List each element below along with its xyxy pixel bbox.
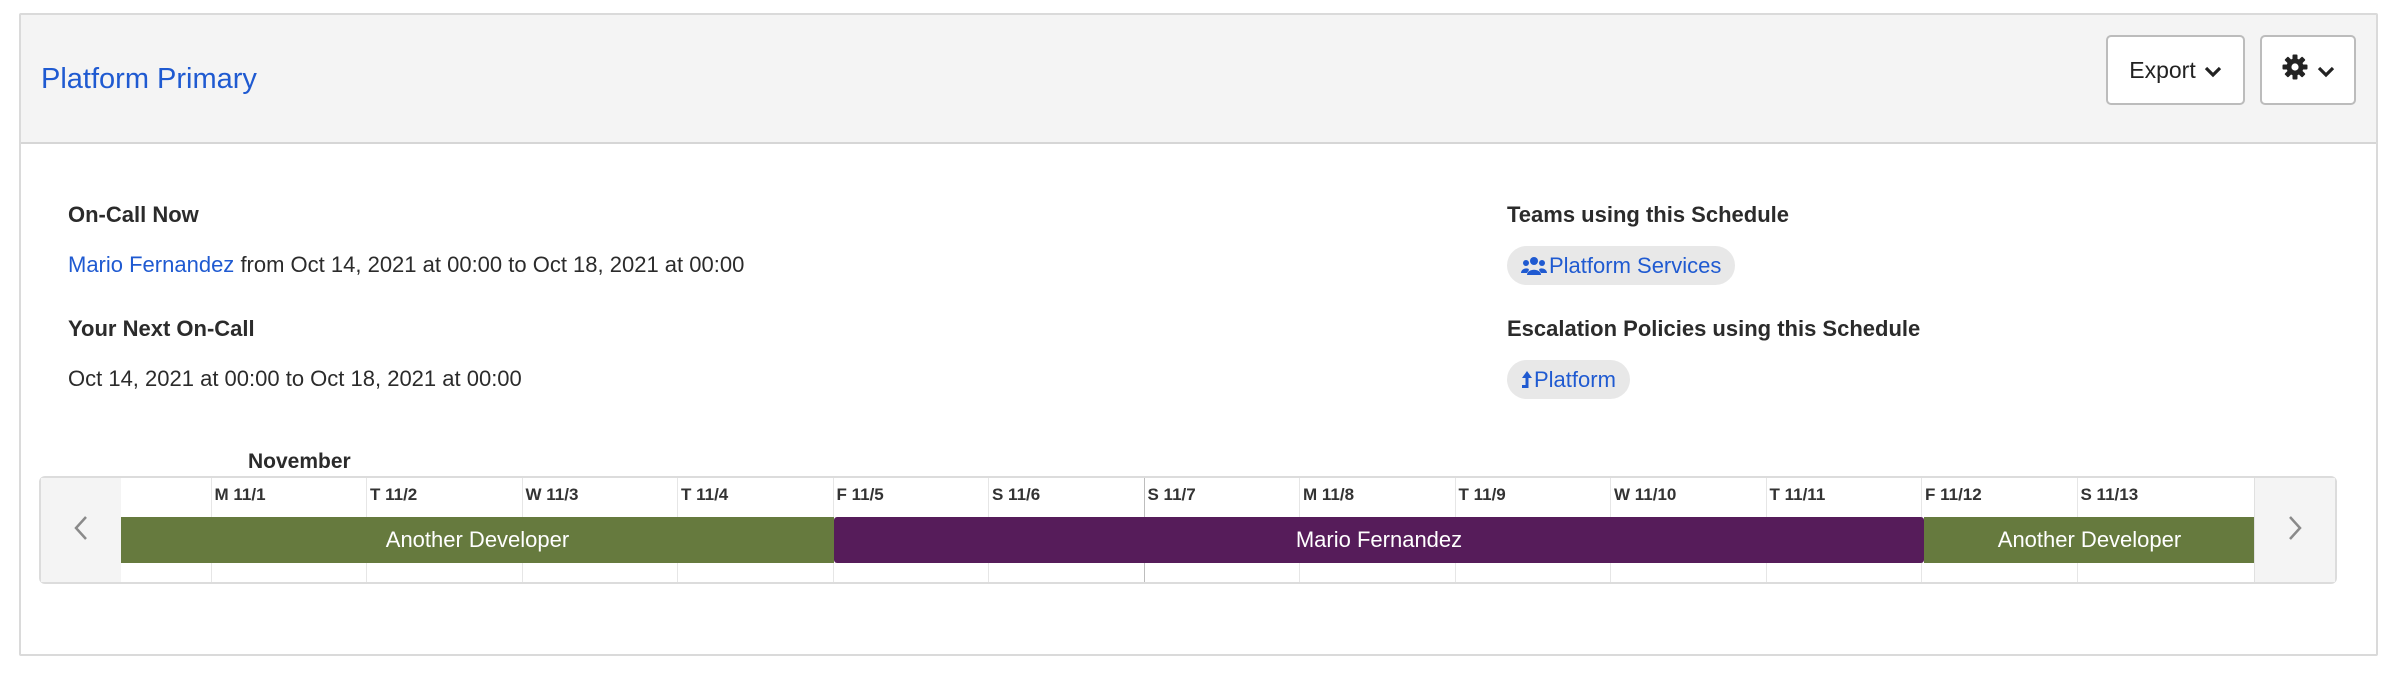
shift-bar[interactable]: Another Developer	[1924, 517, 2255, 563]
month-label: November	[248, 450, 351, 473]
escalation-pill-platform[interactable]: Platform	[1507, 360, 1630, 399]
schedule-title-link[interactable]: Platform Primary	[41, 63, 257, 96]
day-label: S 11/7	[1147, 485, 1196, 504]
on-call-range: from Oct 14, 2021 at 00:00 to Oct 18, 20…	[240, 252, 745, 277]
export-label: Export	[2129, 56, 2196, 83]
timeline-next-button[interactable]	[2254, 478, 2335, 582]
chevron-left-icon	[73, 514, 89, 547]
chevron-down-icon	[2317, 57, 2335, 84]
settings-menu-button[interactable]	[2260, 35, 2356, 105]
timeline-prev-button[interactable]	[41, 478, 122, 582]
users-icon	[1521, 256, 1547, 276]
day-label: F 11/12	[1925, 485, 1982, 504]
on-call-now-heading: On-Call Now	[68, 202, 199, 227]
on-call-now-line: Mario Fernandez from Oct 14, 2021 at 00:…	[68, 252, 744, 278]
team-name: Platform Services	[1549, 252, 1722, 278]
timeline-track: 0/31M 11/1T 11/2W 11/3T 11/4F 11/5S 11/6…	[121, 478, 2255, 582]
day-label: T 11/4	[681, 485, 729, 504]
day-label: T 11/11	[1769, 485, 1826, 504]
shift-bar[interactable]: Another Developer	[121, 517, 834, 563]
day-label: S 11/6	[992, 485, 1041, 504]
day-label: F 11/5	[836, 485, 884, 504]
panel-header: Platform Primary Export	[21, 15, 2376, 144]
shift-bar[interactable]: Mario Fernandez	[834, 517, 1924, 563]
gear-icon	[2281, 53, 2309, 87]
day-label: S 11/13	[2080, 485, 2139, 504]
next-on-call-range: Oct 14, 2021 at 00:00 to Oct 18, 2021 at…	[68, 366, 522, 391]
day-label: T 11/2	[370, 485, 418, 504]
chevron-right-icon	[2287, 514, 2303, 547]
arrow-up-icon	[1521, 370, 1533, 390]
day-label: M 11/8	[1303, 485, 1355, 504]
chevron-down-icon	[2204, 57, 2222, 84]
day-label: M 11/1	[214, 485, 266, 504]
export-button[interactable]: Export	[2106, 35, 2245, 105]
on-call-user-link[interactable]: Mario Fernandez	[68, 252, 234, 277]
day-label: T 11/9	[1458, 485, 1506, 504]
teams-heading: Teams using this Schedule	[1507, 202, 1789, 227]
day-label: W 11/10	[1614, 485, 1677, 504]
schedule-timeline: 0/31M 11/1T 11/2W 11/3T 11/4F 11/5S 11/6…	[39, 476, 2337, 584]
escalation-heading: Escalation Policies using this Schedule	[1507, 316, 1921, 341]
next-on-call-heading: Your Next On-Call	[68, 316, 255, 341]
day-label: W 11/3	[525, 485, 579, 504]
escalation-name: Platform	[1534, 366, 1616, 392]
team-pill-platform-services[interactable]: Platform Services	[1507, 246, 1736, 285]
